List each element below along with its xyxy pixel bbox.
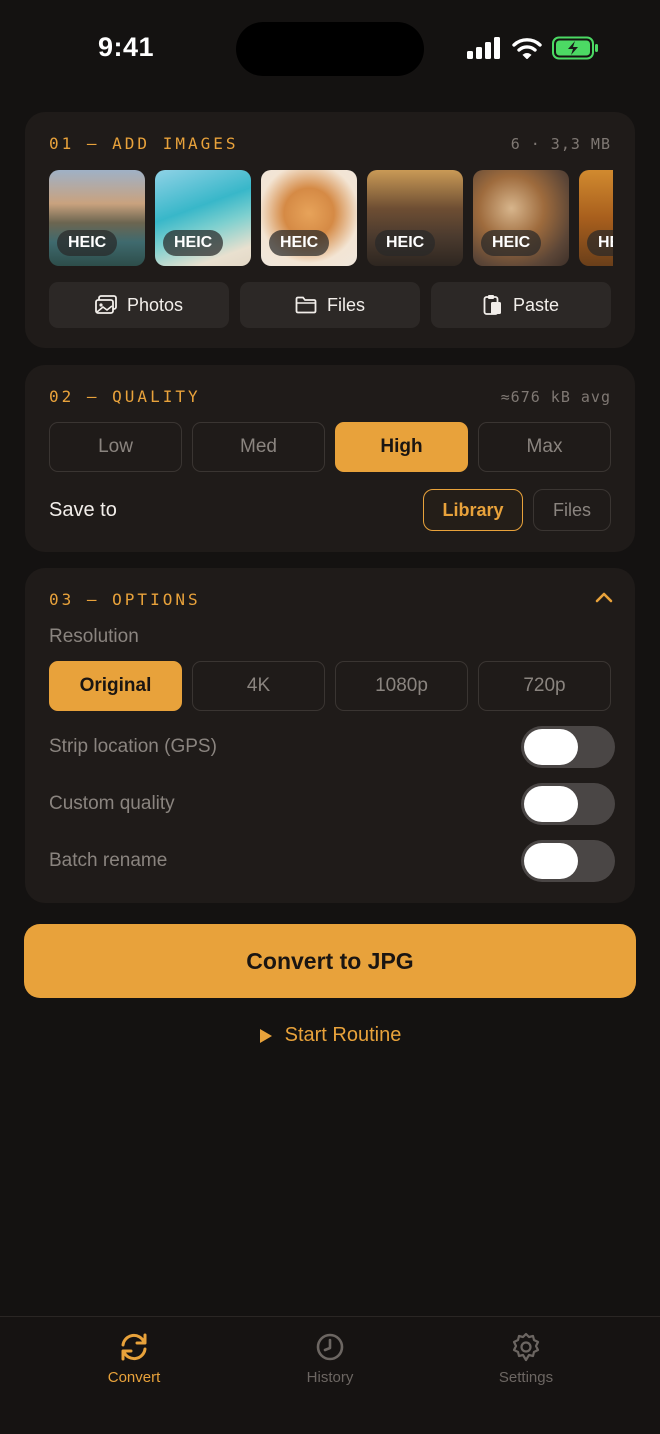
resolution-option-original[interactable]: Original <box>49 661 182 711</box>
quality-option-high[interactable]: High <box>335 422 468 472</box>
refresh-icon <box>121 1333 147 1361</box>
paste-button-label: Paste <box>512 294 560 315</box>
clipboard-icon <box>483 295 501 315</box>
clock-icon <box>316 1333 344 1361</box>
paste-button[interactable]: Paste <box>431 282 611 328</box>
average-size: ≈676 kB avg <box>500 387 611 406</box>
format-badge: HEIC <box>481 230 542 256</box>
section-title: 01 — ADD IMAGES <box>49 134 239 153</box>
start-routine-button[interactable]: Start Routine <box>0 1024 660 1047</box>
files-button-label: Files <box>326 294 365 315</box>
thumbnail-strip[interactable]: HEIC HEIC HEIC HEIC HEIC HEIC <box>49 170 613 266</box>
section-title: 03 — OPTIONS <box>49 590 201 609</box>
resolution-selector: Original 4K 1080p 720p <box>49 661 611 711</box>
resolution-option-720p[interactable]: 720p <box>478 661 611 711</box>
save-to-label: Save to <box>49 499 117 521</box>
quality-selector: Low Med High Max <box>49 422 611 472</box>
chevron-up-icon[interactable] <box>595 590 613 604</box>
tab-label: History <box>306 1369 354 1386</box>
batch-rename-row: Batch rename <box>49 839 615 883</box>
strip-location-toggle[interactable] <box>521 726 615 768</box>
dynamic-island <box>236 22 424 76</box>
format-badge: HEIC <box>375 230 436 256</box>
batch-rename-toggle[interactable] <box>521 840 615 882</box>
save-destination: Library Files <box>423 489 611 531</box>
section-title: 02 — QUALITY <box>49 387 201 406</box>
signal-icon <box>467 37 500 59</box>
options-header: 03 — OPTIONS <box>49 590 575 609</box>
quality-header: 02 — QUALITY ≈676 kB avg <box>49 387 611 406</box>
format-badge: HEIC <box>163 230 224 256</box>
files-button[interactable]: Files <box>240 282 420 328</box>
image-thumbnail[interactable]: HEIC <box>367 170 463 266</box>
toggle-knob <box>524 729 578 765</box>
tab-label: Settings <box>498 1369 554 1386</box>
photos-button-label: Photos <box>126 294 184 315</box>
status-time: 9:41 <box>98 32 155 62</box>
image-thumbnail[interactable]: HEIC <box>579 170 613 266</box>
add-images-header: 01 — ADD IMAGES 6 · 3,3 MB <box>49 134 611 153</box>
format-badge: HEIC <box>57 230 118 256</box>
resolution-option-1080p[interactable]: 1080p <box>335 661 468 711</box>
status-bar: 9:41 <box>0 0 660 96</box>
resolution-label: Resolution <box>49 626 139 647</box>
strip-location-row: Strip location (GPS) <box>49 725 615 769</box>
status-icons <box>466 36 600 60</box>
toggle-label: Batch rename <box>49 850 168 871</box>
image-thumbnail[interactable]: HEIC <box>473 170 569 266</box>
start-routine-label: Start Routine <box>284 1024 402 1046</box>
source-buttons: Photos Files Paste <box>49 282 611 328</box>
photos-button[interactable]: Photos <box>49 282 229 328</box>
toggle-label: Custom quality <box>49 793 175 814</box>
save-option-files[interactable]: Files <box>533 489 611 531</box>
image-thumbnail[interactable]: HEIC <box>261 170 357 266</box>
quality-option-max[interactable]: Max <box>478 422 611 472</box>
tab-history[interactable]: History <box>260 1331 400 1386</box>
convert-button[interactable]: Convert to JPG <box>24 924 636 998</box>
wifi-icon <box>512 38 542 59</box>
format-badge: HEIC <box>587 230 613 256</box>
resolution-option-4k[interactable]: 4K <box>192 661 325 711</box>
custom-quality-row: Custom quality <box>49 782 615 826</box>
custom-quality-toggle[interactable] <box>521 783 615 825</box>
battery-icon <box>552 36 598 60</box>
toggle-label: Strip location (GPS) <box>49 736 217 757</box>
gear-icon <box>512 1332 540 1362</box>
quality-option-med[interactable]: Med <box>192 422 325 472</box>
tab-bar: Convert History Settings <box>0 1316 660 1434</box>
image-thumbnail[interactable]: HEIC <box>155 170 251 266</box>
tab-label: Convert <box>107 1369 161 1386</box>
format-badge: HEIC <box>269 230 330 256</box>
play-icon <box>259 1028 272 1043</box>
folder-icon <box>295 296 317 314</box>
image-count-size: 6 · 3,3 MB <box>510 134 611 153</box>
options-card: 03 — OPTIONS Resolution Original 4K 1080… <box>25 568 635 903</box>
quality-card: 02 — QUALITY ≈676 kB avg Low Med High Ma… <box>25 365 635 552</box>
save-option-library[interactable]: Library <box>423 489 523 531</box>
add-images-card: 01 — ADD IMAGES 6 · 3,3 MB HEIC HEIC HEI… <box>25 112 635 348</box>
quality-option-low[interactable]: Low <box>49 422 182 472</box>
tab-convert[interactable]: Convert <box>64 1331 204 1386</box>
photos-icon <box>95 295 117 314</box>
toggle-knob <box>524 786 578 822</box>
tab-settings[interactable]: Settings <box>456 1331 596 1386</box>
image-thumbnail[interactable]: HEIC <box>49 170 145 266</box>
toggle-knob <box>524 843 578 879</box>
